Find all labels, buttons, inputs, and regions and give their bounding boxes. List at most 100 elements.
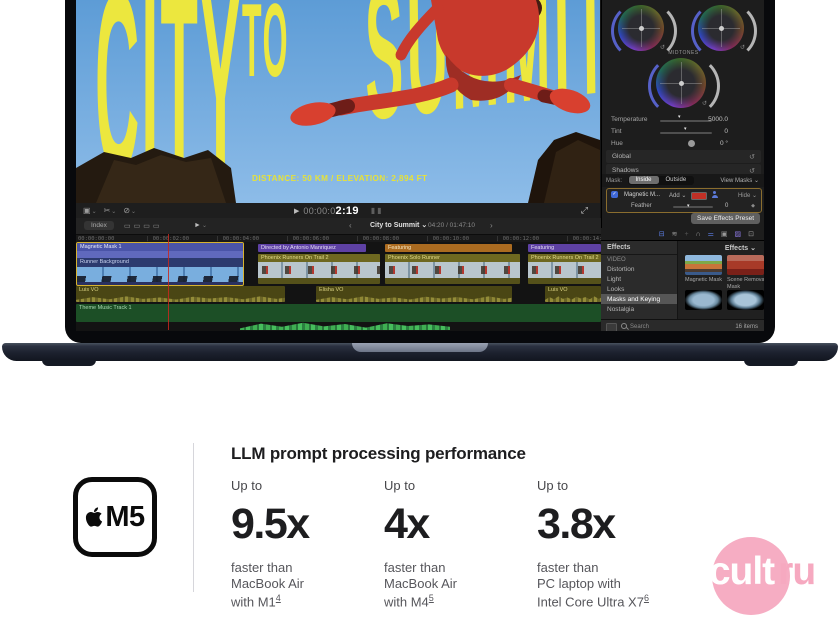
checkbox-checked[interactable]: ✓ xyxy=(611,191,618,198)
play-icon[interactable]: ▶ xyxy=(294,207,299,215)
next-project-arrow[interactable]: › xyxy=(490,221,493,230)
title-clip-featuring-1[interactable]: Featuring xyxy=(385,244,512,252)
inside-button[interactable]: Inside xyxy=(629,176,659,184)
slider-thumb[interactable]: ▾ xyxy=(684,126,687,132)
view-masks-dropdown[interactable]: View Masks ⌄ xyxy=(720,177,759,184)
expand-viewer-icon[interactable]: ⤢ xyxy=(581,205,588,216)
category-distortion[interactable]: Distortion xyxy=(601,264,677,274)
add-dropdown[interactable]: Add ⌄ xyxy=(669,192,686,199)
audio-meters-icon[interactable]: ≋ xyxy=(672,230,678,238)
feather-slider[interactable] xyxy=(673,206,713,208)
save-effects-preset-button[interactable]: Save Effects Preset xyxy=(691,213,760,224)
trim-icon[interactable]: ⊟ xyxy=(659,230,665,238)
category-light[interactable]: Light xyxy=(601,274,677,284)
music-waveform xyxy=(240,322,450,330)
category-video[interactable]: VIDEO xyxy=(601,255,677,264)
magnetic-mask-row: ✓ Magnetic M... Add ⌄ Hide ⌄ xyxy=(607,189,761,200)
laptop-foot xyxy=(42,360,96,366)
keyframe-icon[interactable]: ◆ xyxy=(751,203,755,209)
mask-controls: Mask: Inside Outside View Masks ⌄ xyxy=(602,174,764,187)
previous-project-arrow[interactable]: ‹ xyxy=(349,221,352,230)
blade-tool-icon[interactable]: ✂⌄ xyxy=(104,206,117,215)
video-viewer: CITY TO SUMMIT xyxy=(76,0,600,203)
distance-caption: DISTANCE: 50 KM / ELEVATION: 2,894 FT xyxy=(252,174,427,183)
thumbnail-label: Scene Removal Mask xyxy=(727,277,764,290)
wheel-arc[interactable] xyxy=(658,55,720,117)
magnetic-mask-group: ✓ Magnetic M... Add ⌄ Hide ⌄ Feather ▾ 0… xyxy=(606,188,762,213)
hue-row: Hue 0 ° xyxy=(602,138,764,150)
mask-segment-control: Inside Outside xyxy=(628,176,694,185)
mask-label: Mask: xyxy=(606,178,622,184)
effects-category-sidebar: Effects VIDEO Distortion Light Looks Mas… xyxy=(601,241,678,319)
timecode-frames: 2:19 xyxy=(336,205,359,217)
stat-description: faster than MacBook Air with M45 xyxy=(384,560,534,610)
slider-thumb[interactable]: ▾ xyxy=(678,114,681,120)
stat-description: faster than PC laptop with Intel Core Ul… xyxy=(537,560,687,610)
tint-row: Tint ▾ 0 xyxy=(602,126,764,138)
video-clip-phoenix-trail[interactable]: Phoenix Runners On Trail 2 xyxy=(258,254,380,284)
clip-appearance-icons[interactable]: ▭▭▭▭ xyxy=(124,222,162,230)
effects-browser: Effects VIDEO Distortion Light Looks Mas… xyxy=(601,240,764,331)
watermark-name: icult xyxy=(699,550,774,593)
selected-clip-group[interactable]: Magnetic Mask 1 Runner Background xyxy=(76,242,244,286)
project-title[interactable]: City to Summit ⌄ xyxy=(370,221,427,229)
category-nostalgia[interactable]: Nostalgia xyxy=(601,304,677,314)
audio-clip-luis-vo-2[interactable]: Luis VO xyxy=(545,286,601,302)
magnetic-mask-name[interactable]: Magnetic M... xyxy=(624,192,660,198)
filmstrip xyxy=(528,262,601,278)
thumbnail-label: Magnetic Mask xyxy=(685,277,725,284)
add-icon[interactable]: + xyxy=(684,231,688,238)
timeline-tracks: Magnetic Mask 1 Runner Background Direct… xyxy=(76,242,601,331)
filter-icon[interactable] xyxy=(606,323,617,331)
title-clip-featuring-2[interactable]: Featuring xyxy=(528,244,601,252)
search-input[interactable]: Search xyxy=(630,324,649,330)
video-clip-phoenix-trail-2[interactable]: Phoenix Runners On Trail 2 xyxy=(528,254,601,284)
timeline-view-icon[interactable]: ⚌ xyxy=(708,230,714,238)
headphones-icon[interactable]: ∩ xyxy=(696,231,701,238)
watermark: icultru xyxy=(699,550,815,594)
playhead[interactable] xyxy=(168,234,169,330)
category-looks[interactable]: Looks xyxy=(601,284,677,294)
mask-range-bar[interactable] xyxy=(77,251,243,258)
effects-browser-icon[interactable]: ▨ xyxy=(735,230,742,238)
footnote-link[interactable]: 4 xyxy=(276,593,281,603)
global-row[interactable]: Global ↺ xyxy=(606,150,761,163)
m5-chip-badge: M5 xyxy=(73,477,157,557)
audio-clip-elisha-vo[interactable]: Elisha VO xyxy=(316,286,512,302)
index-button[interactable]: Index xyxy=(84,221,114,230)
performance-title: LLM prompt processing performance xyxy=(231,444,526,464)
scene-removal-mask-thumbnail[interactable] xyxy=(727,255,764,275)
select-tool-icon[interactable]: ►⌄ xyxy=(194,222,207,229)
outside-button[interactable]: Outside xyxy=(659,176,694,184)
magnetic-mask-thumbnail[interactable] xyxy=(685,255,722,275)
stat-column-1: Up to 9.5x faster than MacBook Air with … xyxy=(231,478,381,610)
video-clip-phoenix-solo[interactable]: Phoenix Solo Runner xyxy=(385,254,520,284)
slider-thumb[interactable]: ▾ xyxy=(687,203,690,209)
retime-icon[interactable]: ⊘⌄ xyxy=(123,206,136,215)
lid-notch xyxy=(352,343,488,352)
audio-clip-luis-vo[interactable]: Luis VO xyxy=(76,286,285,302)
audio-waveform xyxy=(76,295,285,302)
transform-icon[interactable]: ▣⌄ xyxy=(83,206,97,215)
reset-icon[interactable]: ↺ xyxy=(749,153,755,161)
crop-icon[interactable]: ⊡ xyxy=(748,230,754,238)
color-inspector-panel: ↺ ↺ MIDTONES ↺ Temperature ▾ 5000.0 Tint… xyxy=(601,0,764,228)
vignette-mask-thumbnail[interactable] xyxy=(685,290,722,310)
hide-dropdown[interactable]: Hide ⌄ xyxy=(738,192,757,199)
viewer-toolbar: ▣⌄ ✂⌄ ⊘⌄ ▶ 00:00:0 2:19 ▮▮ ⤢ xyxy=(76,203,600,218)
mask-color-swatch[interactable] xyxy=(691,192,707,200)
category-masks-keying[interactable]: Masks and Keying xyxy=(601,294,677,304)
title-clip-directed[interactable]: Directed by Antonio Manriquez xyxy=(258,244,366,252)
camera-icon[interactable]: ▣ xyxy=(721,230,728,238)
hue-knob[interactable] xyxy=(688,140,695,147)
vignette-mask-thumbnail-2[interactable] xyxy=(727,290,764,310)
footnote-link[interactable]: 5 xyxy=(429,593,434,603)
page: CITY TO SUMMIT xyxy=(0,0,840,624)
footnote-link[interactable]: 6 xyxy=(644,593,649,603)
temperature-row: Temperature ▾ 5000.0 xyxy=(602,114,764,126)
reset-icon[interactable]: ↺ xyxy=(702,100,707,107)
music-track-clip[interactable]: Theme Music Track 1 xyxy=(76,304,601,322)
final-cut-pro-window: CITY TO SUMMIT xyxy=(76,0,764,331)
feather-row: Feather ▾ 0 ◆ xyxy=(607,200,761,211)
media-toolbar: ⊟ ≋ + ∩ ⚌ ▣ ▨ ⊡ xyxy=(601,228,764,240)
